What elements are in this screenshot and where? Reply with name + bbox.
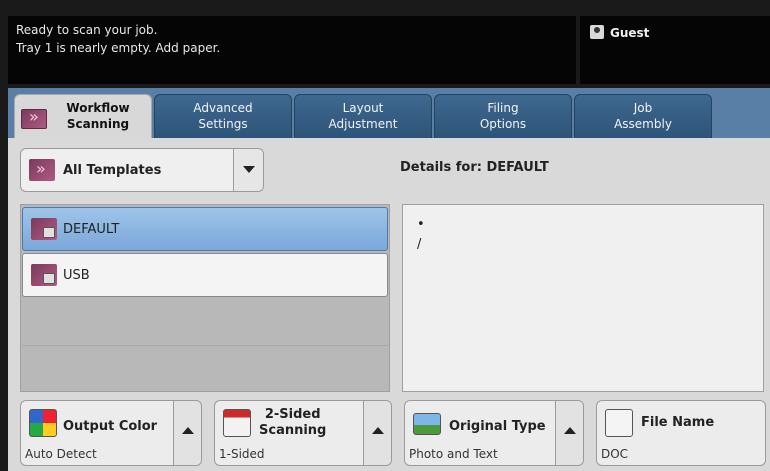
workflow-templates-icon (29, 159, 55, 181)
tab-filing-options[interactable]: Filing Options (434, 94, 572, 138)
tab-job-assembly[interactable]: Job Assembly (574, 94, 712, 138)
output-color-icon (29, 409, 57, 437)
details-line-2: / (417, 237, 422, 252)
main-panel: Workflow Scanning Advanced Settings Layo… (8, 88, 770, 471)
original-type-value: Photo and Text (409, 447, 498, 461)
user-login-button[interactable]: Guest (580, 16, 770, 84)
user-icon (590, 25, 604, 39)
chevron-up-icon[interactable] (173, 401, 201, 465)
two-sided-value: 1-Sided (219, 447, 265, 461)
details-line-1: • (417, 217, 425, 232)
two-sided-label: 2-Sided Scanning (259, 407, 326, 439)
templates-dropdown-label: All Templates (63, 163, 162, 178)
tab-workflow-scanning[interactable]: Workflow Scanning (14, 94, 152, 141)
original-type-label: Original Type (449, 419, 546, 434)
list-divider (22, 345, 388, 346)
original-type-icon (413, 413, 441, 435)
template-icon (31, 218, 57, 240)
list-item-default[interactable]: DEFAULT (22, 207, 388, 251)
workflow-scanning-icon (21, 109, 47, 129)
tab-label-line1: Workflow (66, 101, 130, 115)
tab-label-line2: Scanning (66, 117, 130, 131)
usb-template-icon (31, 264, 57, 286)
tab-label-line1: Filing (487, 101, 519, 115)
output-color-button[interactable]: Output Color Auto Detect (20, 400, 202, 466)
tab-label-line1: Job (633, 101, 653, 115)
chevron-down-icon[interactable] (233, 149, 263, 191)
tab-label-line2: Adjustment (328, 117, 398, 131)
status-message-area: Ready to scan your job. Tray 1 is nearly… (8, 16, 576, 84)
tab-label-line1: Advanced (193, 101, 253, 115)
tab-content: All Templates Details for: DEFAULT DEFAU… (8, 138, 770, 471)
tab-bar: Workflow Scanning Advanced Settings Layo… (14, 94, 714, 141)
tab-advanced-settings[interactable]: Advanced Settings (154, 94, 292, 138)
file-name-button[interactable]: File Name DOC (596, 400, 766, 466)
output-color-label: Output Color (63, 419, 158, 434)
tab-label-line2: Assembly (614, 117, 672, 131)
file-name-label: File Name (641, 415, 715, 430)
status-line-2: Tray 1 is nearly empty. Add paper. (16, 41, 221, 55)
user-label: Guest (610, 26, 650, 40)
tab-label-line2: Options (479, 117, 527, 131)
details-panel: • / (402, 204, 764, 392)
chevron-up-icon[interactable] (555, 401, 583, 465)
list-item-label: DEFAULT (63, 222, 120, 237)
status-line-1: Ready to scan your job. (16, 23, 158, 37)
two-sided-icon (223, 409, 251, 437)
template-list[interactable]: DEFAULT USB (20, 204, 390, 392)
list-item-usb[interactable]: USB (22, 253, 388, 297)
list-item-label: USB (63, 268, 90, 283)
file-name-value: DOC (601, 447, 629, 461)
chevron-up-icon[interactable] (363, 401, 391, 465)
original-type-button[interactable]: Original Type Photo and Text (404, 400, 584, 466)
tab-layout-adjustment[interactable]: Layout Adjustment (294, 94, 432, 138)
two-sided-label-line1: 2-Sided (264, 407, 321, 422)
two-sided-label-line2: Scanning (259, 423, 327, 438)
templates-dropdown[interactable]: All Templates (20, 148, 264, 192)
output-color-value: Auto Detect (25, 447, 97, 461)
two-sided-scanning-button[interactable]: 2-Sided Scanning 1-Sided (214, 400, 392, 466)
file-name-icon (605, 409, 633, 437)
tab-label-line1: Layout (342, 101, 384, 115)
details-title: Details for: DEFAULT (400, 160, 549, 175)
tab-label-line2: Settings (198, 117, 248, 131)
